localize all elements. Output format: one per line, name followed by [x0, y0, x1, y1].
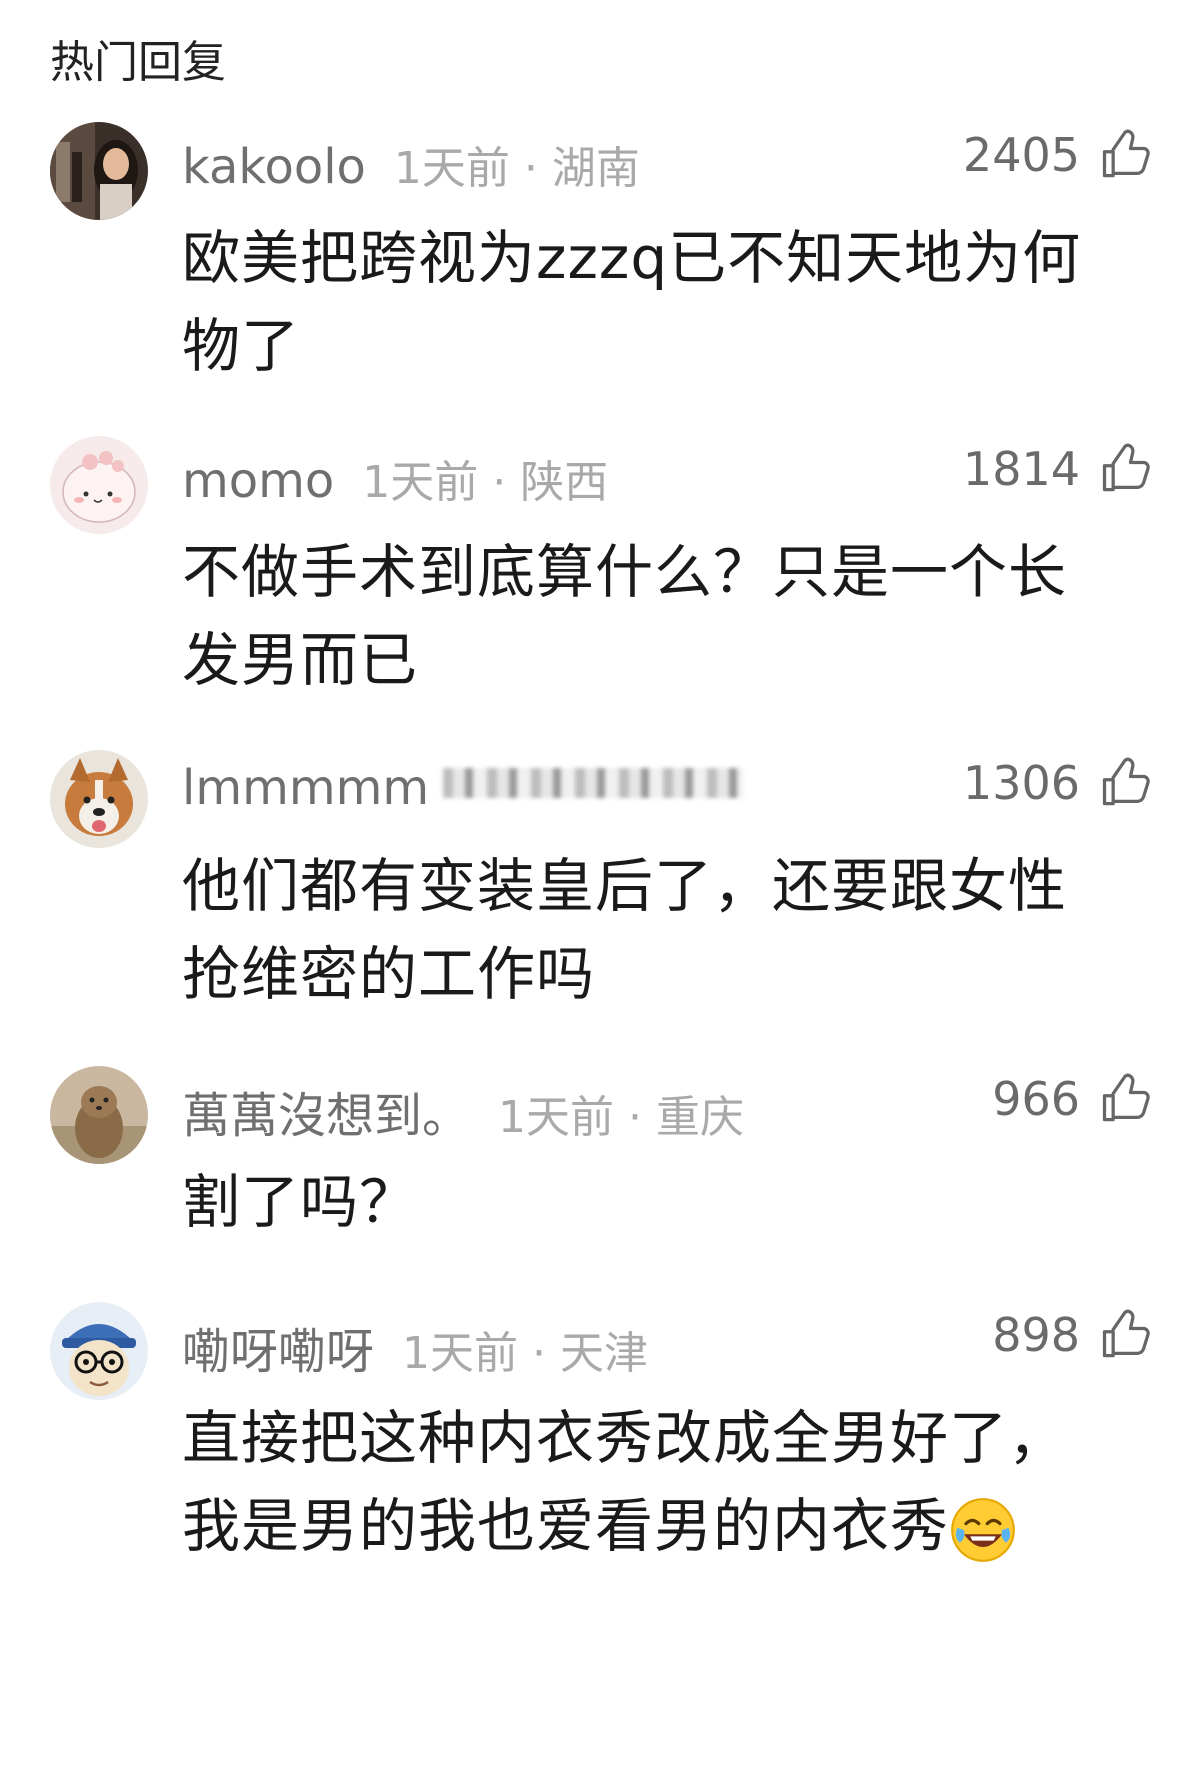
comment-text: 欧美把跨视为zzzq已不知天地为何物了	[182, 224, 1082, 380]
comment-time: 1天前	[498, 1092, 615, 1143]
avatar[interactable]	[50, 436, 148, 534]
comment-meta: lmmmmm	[182, 760, 744, 820]
comment-region: 陕西	[520, 457, 609, 508]
comment-region: 湖南	[551, 143, 640, 194]
username[interactable]: 嘞呀嘞呀	[182, 1312, 374, 1382]
comment-text: 直接把这种内衣秀改成全男好了，我是男的我也爱看男的内衣秀	[182, 1394, 1122, 1570]
username[interactable]: 萬萬沒想到。	[182, 1076, 470, 1146]
like-button[interactable]: 2405	[963, 128, 1150, 182]
meta-separator: ·	[532, 1328, 547, 1379]
comment-region: 天津	[560, 1328, 649, 1379]
meta-separator: ·	[628, 1092, 643, 1143]
comment-item: 嘞呀嘞呀 1天前 · 天津 898 直接把这种内衣秀改成全男好了，我是男的我也爱…	[0, 1302, 1200, 1572]
like-button[interactable]: 898	[992, 1308, 1150, 1362]
comment-text: 割了吗？	[182, 1168, 419, 1236]
like-count: 1814	[962, 442, 1080, 496]
comment-time: 1天前	[393, 143, 510, 194]
redacted-meta	[443, 768, 744, 798]
thumbs-up-icon[interactable]	[1098, 443, 1150, 495]
meta-separator: ·	[492, 457, 507, 508]
comment-text: 他们都有变装皇后了，还要跟女性抢维密的工作吗	[182, 852, 1068, 1008]
like-count: 898	[992, 1308, 1080, 1362]
username[interactable]: lmmmmm	[182, 760, 429, 816]
avatar[interactable]	[50, 1066, 148, 1164]
comment-item: momo 1天前 · 陕西 1814 不做手术到底算什么？只是一个长发男而已	[0, 436, 1200, 696]
comment-text-content: 直接把这种内衣秀改成全男好了，我是男的我也爱看男的内衣秀	[182, 1404, 1068, 1560]
section-title: 热门回复	[50, 37, 226, 88]
avatar[interactable]	[50, 122, 148, 220]
like-button[interactable]: 1306	[963, 756, 1150, 810]
avatar[interactable]	[50, 750, 148, 848]
like-button[interactable]: 966	[992, 1072, 1150, 1126]
username[interactable]: momo	[182, 453, 334, 509]
comment-time: 1天前	[362, 457, 479, 508]
avatar[interactable]	[50, 1302, 148, 1400]
comment-item: 萬萬沒想到。 1天前 · 重庆 966 割了吗？	[0, 1066, 1200, 1246]
username[interactable]: kakoolo	[182, 139, 366, 195]
comment-item: lmmmmm 1306 他们都有变装皇后了，还要跟女性抢维密的工作吗	[0, 750, 1200, 1010]
comment-meta: 萬萬沒想到。 1天前 · 重庆	[182, 1076, 744, 1144]
comment-item: kakoolo 1天前 · 湖南 2405 欧美把跨视为zzzq已不知天地为何物…	[0, 122, 1200, 382]
comment-meta: momo 1天前 · 陕西	[182, 446, 608, 509]
thumbs-up-icon[interactable]	[1098, 1073, 1150, 1125]
like-count: 966	[992, 1072, 1080, 1126]
thumbs-up-icon[interactable]	[1098, 129, 1150, 181]
laughing-crying-emoji-icon	[949, 1496, 1017, 1564]
thumbs-up-icon[interactable]	[1098, 1309, 1150, 1361]
comment-text: 不做手术到底算什么？只是一个长发男而已	[182, 538, 1068, 694]
meta-separator: ·	[523, 143, 538, 194]
like-button[interactable]: 1814	[963, 442, 1150, 496]
like-count: 1306	[962, 756, 1080, 810]
comment-meta: 嘞呀嘞呀 1天前 · 天津	[182, 1312, 648, 1380]
comment-meta: kakoolo 1天前 · 湖南	[182, 132, 640, 195]
comment-region: 重庆	[656, 1092, 745, 1143]
like-count: 2405	[962, 128, 1080, 182]
thumbs-up-icon[interactable]	[1098, 757, 1150, 809]
comment-time: 1天前	[402, 1328, 519, 1379]
